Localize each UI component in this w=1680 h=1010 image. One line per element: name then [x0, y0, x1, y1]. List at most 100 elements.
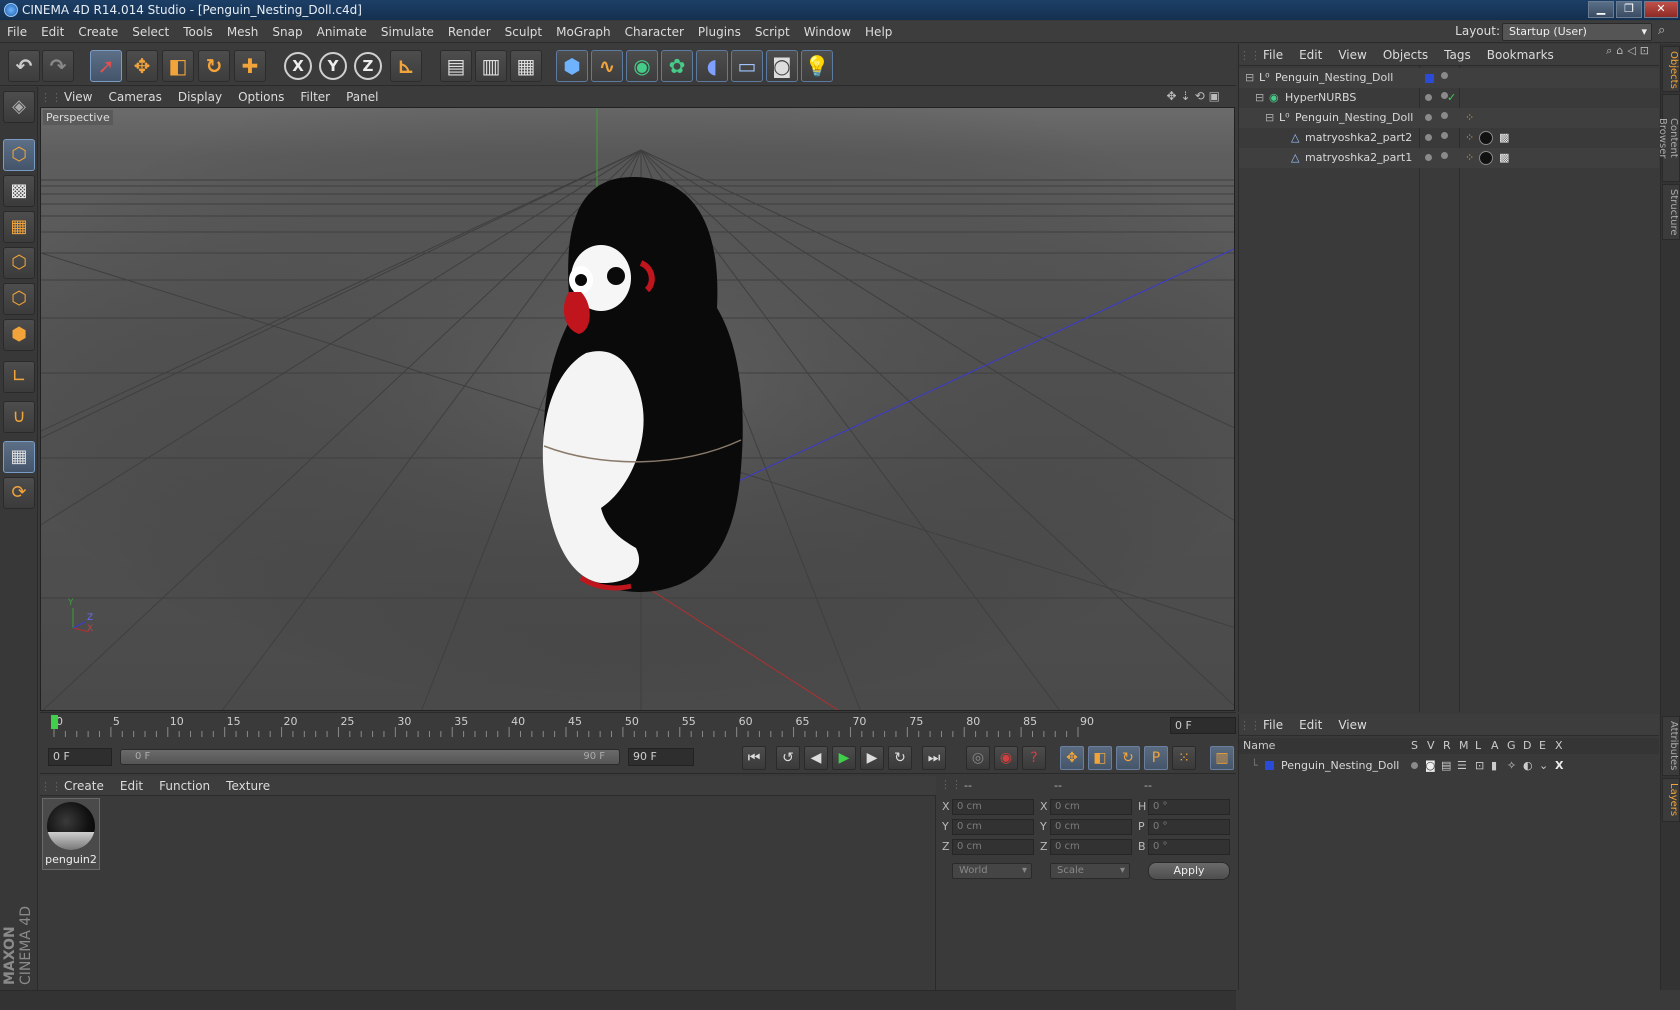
menu-tools[interactable]: Tools — [176, 21, 220, 43]
layout-select[interactable]: Startup (User) ▾ — [1502, 23, 1652, 41]
viewport-menu-panel[interactable]: Panel — [338, 87, 386, 107]
collapse-icon[interactable]: ◁ — [1627, 44, 1639, 57]
apply-button[interactable]: Apply — [1148, 862, 1230, 880]
viewport-menu-filter[interactable]: Filter — [292, 87, 338, 107]
home-icon[interactable]: ⌂ — [1616, 44, 1627, 57]
minimize-button[interactable]: ▁ — [1588, 1, 1614, 18]
key-rotation-icon[interactable]: ↻ — [1116, 746, 1140, 770]
object-menu-tags[interactable]: Tags — [1436, 44, 1479, 66]
redo-icon[interactable]: ↷ — [42, 50, 74, 82]
viewport-menu-display[interactable]: Display — [170, 87, 230, 107]
lock-icon[interactable]: ⊡ — [1475, 756, 1484, 776]
search-icon[interactable]: ⌕ — [1658, 23, 1676, 41]
column-expressions[interactable]: E — [1539, 738, 1546, 754]
uvw-tag-icon[interactable]: ▩ — [1499, 128, 1509, 148]
material-tag-icon[interactable] — [1479, 131, 1493, 145]
rotate-view-icon[interactable]: ⟲ — [1195, 89, 1209, 103]
menu-help[interactable]: Help — [858, 21, 899, 43]
edges-mode-icon[interactable]: ⬡ — [3, 283, 35, 315]
workplane-lock-icon[interactable]: ▦ — [3, 441, 35, 473]
viewport-menu-view[interactable]: View — [56, 87, 100, 107]
menu-window[interactable]: Window — [797, 21, 858, 43]
search-icon[interactable]: ⌕ — [1606, 44, 1616, 57]
column-xref[interactable]: X — [1555, 738, 1563, 754]
generator-icon[interactable]: ✧ — [1507, 756, 1516, 776]
z-axis-lock-icon[interactable]: Z — [354, 52, 382, 80]
eye-icon[interactable]: ◙ — [1425, 756, 1436, 776]
texture-mode-icon[interactable]: ▩ — [3, 175, 35, 207]
make-editable-icon[interactable]: ◈ — [3, 91, 35, 123]
scale-tool-icon[interactable]: ◧ — [162, 50, 194, 82]
object-menu-bookmarks[interactable]: Bookmarks — [1479, 44, 1562, 66]
axis-mode-icon[interactable]: ∟ — [3, 361, 35, 393]
array-generator-icon[interactable]: ✿ — [661, 50, 693, 82]
layer-menu-view[interactable]: View — [1330, 714, 1374, 736]
column-render[interactable]: R — [1443, 738, 1451, 754]
soft-selection-icon[interactable]: ⟳ — [3, 477, 35, 509]
timeline-window-icon[interactable]: ▥ — [1210, 746, 1234, 770]
tree-row-penguin-nesting-doll-child[interactable]: ⊟ L⁰ Penguin_Nesting_Doll ⁘ — [1239, 108, 1659, 128]
render-clapper-icon[interactable]: ▤ — [1441, 756, 1451, 776]
size-x-field[interactable]: 0 cm — [1050, 799, 1132, 815]
tree-row-matryoshka2-part1[interactable]: △ matryoshka2_part1 ⁘ ▩ — [1239, 148, 1659, 168]
menu-mesh[interactable]: Mesh — [220, 21, 266, 43]
deformer-icon[interactable]: ◐ — [1523, 756, 1533, 776]
visibility-dot[interactable] — [1425, 94, 1432, 101]
column-view[interactable]: V — [1427, 738, 1435, 754]
nurbs-generator-icon[interactable]: ◉ — [626, 50, 658, 82]
collapse-toggle-icon[interactable]: ⊟ — [1255, 88, 1264, 108]
size-z-field[interactable]: 0 cm — [1050, 839, 1132, 855]
render-view-icon[interactable]: ▤ — [440, 50, 472, 82]
render-dot[interactable] — [1441, 112, 1448, 119]
material-menu-create[interactable]: Create — [56, 776, 112, 796]
model-mode-icon[interactable]: ⬡ — [3, 139, 35, 171]
render-settings-icon[interactable]: ▦ — [510, 50, 542, 82]
visibility-dot[interactable] — [1441, 72, 1448, 79]
select-tool-icon[interactable]: ➚ — [90, 50, 122, 82]
current-frame-field[interactable]: 0 F — [1170, 717, 1236, 734]
key-position-icon[interactable]: ✥ — [1060, 746, 1084, 770]
column-solo[interactable]: S — [1411, 738, 1418, 754]
y-axis-lock-icon[interactable]: Y — [319, 52, 347, 80]
next-key-icon[interactable]: ↻ — [888, 746, 912, 770]
column-name[interactable]: Name — [1243, 738, 1275, 754]
menu-edit[interactable]: Edit — [34, 21, 71, 43]
menu-simulate[interactable]: Simulate — [374, 21, 441, 43]
uvw-tag-icon[interactable]: ▩ — [1499, 148, 1509, 168]
collapse-toggle-icon[interactable]: ⊟ — [1265, 108, 1274, 128]
rotate-tool-icon[interactable]: ↻ — [198, 50, 230, 82]
pos-z-field[interactable]: 0 cm — [952, 839, 1034, 855]
record-keys-icon[interactable]: ◎ — [966, 746, 990, 770]
polygons-mode-icon[interactable]: ⬢ — [3, 319, 35, 351]
perspective-viewport[interactable]: Perspective Y Z X — [40, 107, 1235, 711]
keyframe-selection-icon[interactable]: ? — [1022, 746, 1046, 770]
tree-row-matryoshka2-part2[interactable]: △ matryoshka2_part2 ⁘ ▩ — [1239, 128, 1659, 148]
coordinate-mode-select[interactable]: World ▾ — [952, 863, 1032, 879]
toggle-view-icon[interactable]: ▣ — [1209, 89, 1224, 103]
menu-select[interactable]: Select — [125, 21, 176, 43]
object-menu-view[interactable]: View — [1330, 44, 1374, 66]
maximize-button[interactable]: ❐ — [1616, 1, 1642, 18]
column-deformers[interactable]: D — [1523, 738, 1531, 754]
viewport-menu-options[interactable]: Options — [230, 87, 292, 107]
tree-row-hypernurbs[interactable]: ⊟ ◉ HyperNURBS ✓ — [1239, 88, 1659, 108]
menu-create[interactable]: Create — [71, 21, 125, 43]
pos-y-field[interactable]: 0 cm — [952, 819, 1034, 835]
light-icon[interactable]: 💡 — [801, 50, 833, 82]
tab-objects[interactable]: Objects — [1662, 46, 1680, 92]
go-to-end-icon[interactable]: ⏭ — [922, 746, 946, 770]
phong-tag-icon[interactable]: ⁘ — [1465, 148, 1474, 168]
phong-tag-icon[interactable]: ⁘ — [1465, 128, 1474, 148]
rot-b-field[interactable]: 0 ° — [1148, 839, 1230, 855]
rot-p-field[interactable]: 0 ° — [1148, 819, 1230, 835]
go-to-start-icon[interactable]: ⏮ — [742, 746, 766, 770]
visibility-dot[interactable] — [1425, 134, 1432, 141]
timeline-playhead[interactable] — [51, 715, 58, 729]
menu-character[interactable]: Character — [618, 21, 691, 43]
x-axis-lock-icon[interactable]: X — [284, 52, 312, 80]
render-picture-viewer-icon[interactable]: ▥ — [475, 50, 507, 82]
object-menu-file[interactable]: File — [1255, 44, 1291, 66]
timeline-ruler[interactable]: 0 5 10 15 20 25 30 35 40 45 50 55 60 65 70 75 80 85 90 0 F — [40, 712, 1236, 738]
menu-script[interactable]: Script — [748, 21, 797, 43]
key-pla-icon[interactable]: ⁙ — [1172, 746, 1196, 770]
